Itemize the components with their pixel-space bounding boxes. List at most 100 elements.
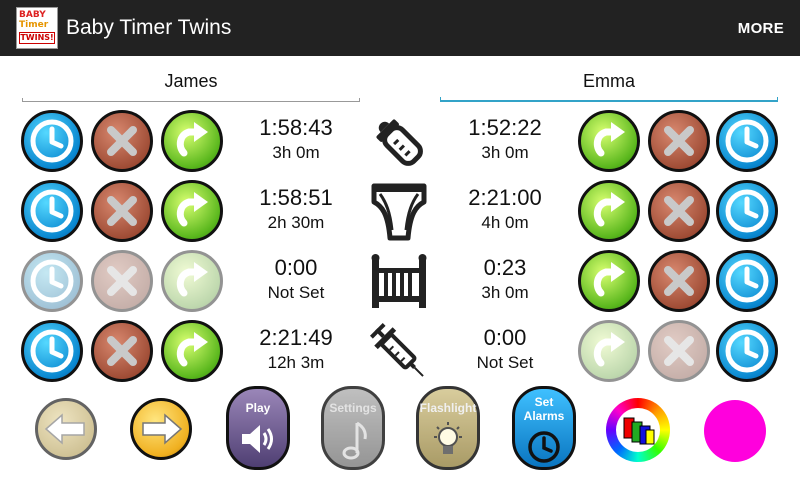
elapsed-time: 0:00 <box>274 255 318 280</box>
app-title: Baby Timer Twins <box>66 16 232 39</box>
timer-row-sleep: 0:00 Not Set 0:23 3h 0m <box>0 248 800 316</box>
clock-icon <box>528 431 560 463</box>
alarm-interval: 12h 3m <box>267 353 325 372</box>
settings-button[interactable]: Settings <box>321 386 385 470</box>
james-timer-readout[interactable]: 2:21:49 12h 3m <box>226 324 366 374</box>
timer-row-medicine: 2:21:49 12h 3m 0:00 Not Set <box>0 318 800 386</box>
forward-button[interactable] <box>130 398 192 460</box>
james-restart-timer-button[interactable] <box>161 250 223 312</box>
tab-james[interactable]: James <box>22 68 360 102</box>
restart-arrow-icon <box>581 253 637 309</box>
james-timer-readout[interactable]: 0:00 Not Set <box>226 254 366 304</box>
arrow-left-icon <box>44 413 85 445</box>
james-cancel-timer-button[interactable] <box>91 110 153 172</box>
close-icon <box>651 113 707 169</box>
tab-underline-selected <box>440 97 778 102</box>
emma-cancel-timer-button[interactable] <box>648 320 710 382</box>
more-menu-button[interactable]: MORE <box>738 20 784 37</box>
alarms-label-line1: Set <box>534 395 554 409</box>
emma-restart-timer-button[interactable] <box>578 320 640 382</box>
close-icon <box>94 253 150 309</box>
alarms-label-line2: Alarms <box>523 409 565 423</box>
james-timer-readout[interactable]: 1:58:51 2h 30m <box>226 184 366 234</box>
emma-restart-timer-button[interactable] <box>578 110 640 172</box>
clock-icon <box>719 113 775 169</box>
james-cancel-timer-button[interactable] <box>91 180 153 242</box>
close-icon <box>94 323 150 379</box>
emma-start-timer-button[interactable] <box>716 110 778 172</box>
crib-icon <box>366 250 432 314</box>
james-cancel-timer-button[interactable] <box>91 320 153 382</box>
close-icon <box>94 183 150 239</box>
alarm-interval: Not Set <box>267 283 325 302</box>
diaper-icon <box>366 180 432 244</box>
emma-timer-readout[interactable]: 1:52:22 3h 0m <box>435 114 575 164</box>
emma-start-timer-button[interactable] <box>716 250 778 312</box>
james-start-timer-button[interactable] <box>21 180 83 242</box>
james-start-timer-button[interactable] <box>21 250 83 312</box>
restart-arrow-icon <box>581 183 637 239</box>
alarm-interval: 3h 0m <box>272 143 320 162</box>
medicine-syringe-icon <box>366 320 432 384</box>
james-restart-timer-button[interactable] <box>161 180 223 242</box>
bottle-icon <box>366 110 432 174</box>
emma-cancel-timer-button[interactable] <box>648 180 710 242</box>
james-start-timer-button[interactable] <box>21 110 83 172</box>
alarm-interval: Not Set <box>476 353 534 372</box>
set-alarms-button[interactable]: Set Alarms <box>512 386 576 470</box>
restart-arrow-icon <box>581 323 637 379</box>
arrow-right-icon <box>142 413 183 445</box>
clock-icon <box>24 183 80 239</box>
emma-cancel-timer-button[interactable] <box>648 110 710 172</box>
alarm-interval: 4h 0m <box>481 213 529 232</box>
alarm-interval: 3h 0m <box>481 143 529 162</box>
color-theme-button[interactable] <box>606 398 670 462</box>
alarm-interval: 2h 30m <box>267 213 325 232</box>
close-icon <box>651 183 707 239</box>
selected-color-dot[interactable] <box>704 400 766 462</box>
elapsed-time: 1:52:22 <box>468 115 542 140</box>
close-icon <box>651 323 707 379</box>
emma-restart-timer-button[interactable] <box>578 180 640 242</box>
james-start-timer-button[interactable] <box>21 320 83 382</box>
clock-icon <box>719 183 775 239</box>
flashlight-label: Flashlight <box>419 401 477 415</box>
elapsed-time: 1:58:51 <box>259 185 333 210</box>
play-label: Play <box>245 401 271 415</box>
timer-row-feeding: 1:58:43 3h 0m 1:52:22 3h 0m <box>0 108 800 176</box>
elapsed-time: 2:21:00 <box>468 185 542 210</box>
action-bar: BABY Timer TWINS! Baby Timer Twins MORE <box>0 0 800 56</box>
flashlight-button[interactable]: Flashlight <box>416 386 480 470</box>
emma-restart-timer-button[interactable] <box>578 250 640 312</box>
speaker-icon <box>242 425 273 453</box>
clock-icon <box>24 113 80 169</box>
lightbulb-icon <box>434 422 462 454</box>
restart-arrow-icon <box>164 253 220 309</box>
james-restart-timer-button[interactable] <box>161 110 223 172</box>
emma-timer-readout[interactable]: 0:00 Not Set <box>435 324 575 374</box>
play-sound-button[interactable]: Play <box>226 386 290 470</box>
elapsed-time: 0:00 <box>483 325 527 350</box>
emma-start-timer-button[interactable] <box>716 180 778 242</box>
james-cancel-timer-button[interactable] <box>91 250 153 312</box>
emma-cancel-timer-button[interactable] <box>648 250 710 312</box>
restart-arrow-icon <box>164 323 220 379</box>
clock-icon <box>24 253 80 309</box>
tab-emma[interactable]: Emma <box>440 68 778 102</box>
james-timer-readout[interactable]: 1:58:43 3h 0m <box>226 114 366 164</box>
close-icon <box>94 113 150 169</box>
close-icon <box>651 253 707 309</box>
restart-arrow-icon <box>581 113 637 169</box>
emma-timer-readout[interactable]: 0:23 3h 0m <box>435 254 575 304</box>
elapsed-time: 2:21:49 <box>259 325 333 350</box>
restart-arrow-icon <box>164 113 220 169</box>
back-button[interactable] <box>35 398 97 460</box>
settings-label: Settings <box>329 401 377 415</box>
clock-icon <box>24 323 80 379</box>
emma-start-timer-button[interactable] <box>716 320 778 382</box>
emma-timer-readout[interactable]: 2:21:00 4h 0m <box>435 184 575 234</box>
elapsed-time: 1:58:43 <box>259 115 333 140</box>
james-restart-timer-button[interactable] <box>161 320 223 382</box>
timer-row-diaper: 1:58:51 2h 30m 2:21:00 4h 0m <box>0 178 800 246</box>
tab-label: Emma <box>582 71 635 91</box>
